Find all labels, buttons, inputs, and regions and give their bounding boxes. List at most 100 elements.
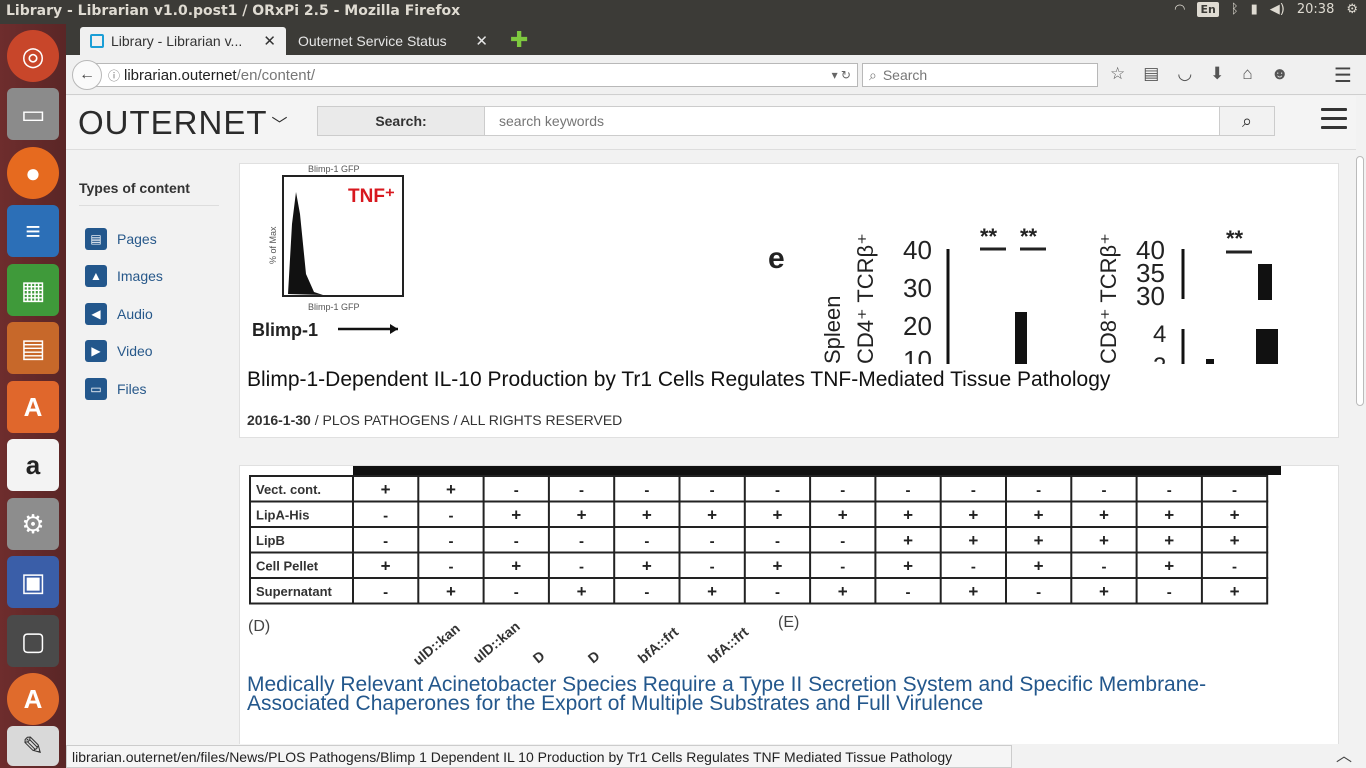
wifi-icon[interactable]: ◠ [1174, 2, 1185, 17]
info-icon[interactable]: ⓘ [108, 67, 120, 84]
gear-icon[interactable]: ⚙ [1346, 2, 1358, 17]
table-cell: - [840, 533, 845, 550]
amazon-icon[interactable]: a [7, 439, 59, 491]
keyboard-layout[interactable]: En [1197, 2, 1219, 17]
table-cell: + [1099, 506, 1109, 525]
table-cell: + [1164, 557, 1174, 576]
card-thumbnail: Vect. cont. + + - - - - - - - - - - - - LipA-His - - + + + + +… [248, 466, 1288, 666]
tab-label: Library - Librarian v... [111, 33, 243, 49]
table-cell: - [906, 482, 911, 499]
content-card[interactable]: Blimp-1 GFP TNF⁺ % of Max Blimp-1 GFP Bl… [239, 163, 1339, 438]
card-title[interactable]: Medically Relevant Acinetobacter Species… [247, 674, 1287, 714]
table-cell: + [707, 506, 717, 525]
table-cell: + [1230, 506, 1240, 525]
figure-label: Blimp-1 [252, 320, 318, 340]
chevron-up-icon[interactable]: ︿ [1336, 742, 1352, 766]
sidebar-item-label: Pages [117, 230, 157, 247]
ubuntu-icon[interactable]: ◎ [7, 30, 59, 82]
impress-icon[interactable]: ▤ [7, 322, 59, 374]
table-cell: + [838, 582, 848, 601]
url-bar[interactable]: ⓘ librarian.outernet/en/content/ ▾ ↻ [88, 63, 858, 87]
figure-label: Spleen [820, 295, 845, 364]
card-source: / PLOS PATHOGENS / ALL RIGHTS RESERVED [310, 412, 623, 428]
table-cell: + [577, 582, 587, 601]
sidebar-item-video[interactable]: ▶ Video [79, 333, 219, 371]
scrollbar-thumb[interactable] [1356, 156, 1364, 406]
sidebar-item-label: Video [117, 343, 153, 360]
chat-icon[interactable]: ☻ [1271, 64, 1289, 84]
content-types-sidebar: Types of content ▤ Pages ▲ Images ◀ Audio ▶… [79, 180, 219, 408]
tab-library[interactable]: Library - Librarian v... ✕ [80, 27, 286, 55]
table-cell: + [381, 557, 391, 576]
outernet-logo[interactable]: OUTERNET ﹀ [78, 104, 289, 142]
reading-list-icon[interactable]: ▤ [1143, 64, 1159, 84]
remote-desktop-icon[interactable]: ▣ [7, 556, 59, 608]
top-panel: Library - Librarian v1.0.post1 / ORxPi 2… [0, 0, 1366, 24]
volume-icon[interactable]: ◀) [1270, 2, 1285, 17]
table-cell: + [903, 531, 913, 550]
home-icon[interactable]: ⌂ [1242, 64, 1252, 84]
browser-search-input[interactable]: ⌕ Search [862, 63, 1098, 87]
page-scrollbar[interactable] [1354, 150, 1366, 744]
bluetooth-icon[interactable]: ᛒ [1231, 2, 1239, 17]
files-icon[interactable]: ▭ [7, 88, 59, 140]
writer-icon[interactable]: ≡ [7, 205, 59, 257]
firefox-icon[interactable]: ● [7, 147, 59, 199]
table-row [249, 475, 1269, 503]
bookmark-star-icon[interactable]: ☆ [1110, 64, 1125, 84]
table-cell: + [1230, 531, 1240, 550]
sidebar-item-pages[interactable]: ▤ Pages [79, 220, 219, 258]
svg-text:D: D [585, 648, 603, 666]
table-cell: - [448, 508, 453, 525]
table-cell: - [840, 482, 845, 499]
table-cell: - [710, 482, 715, 499]
search-input[interactable] [485, 107, 1219, 135]
url-host: librarian.outernet [124, 66, 237, 84]
figure-label: CD8⁺ TCRβ⁺ [1096, 233, 1121, 364]
table-cell: - [840, 559, 845, 576]
calc-icon[interactable]: ▦ [7, 264, 59, 316]
settings-icon[interactable]: ⚙ [7, 498, 59, 550]
clock[interactable]: 20:38 [1297, 2, 1334, 17]
table-cell: + [577, 506, 587, 525]
back-button[interactable]: ← [72, 60, 102, 90]
card-meta: 2016-1-30 / PLOS PATHOGENS / ALL RIGHTS … [247, 412, 622, 428]
close-icon[interactable]: ✕ [475, 32, 488, 50]
search-label: Search: [318, 107, 485, 135]
menu-icon[interactable]: ☰ [1334, 63, 1352, 88]
table-cell: + [903, 557, 913, 576]
librarian-favicon-icon [90, 34, 104, 48]
arrow-left-icon: ← [79, 66, 95, 83]
figure-label: ** [1226, 226, 1244, 251]
reload-icon[interactable]: ▾ ↻ [832, 68, 851, 82]
close-icon[interactable]: ✕ [263, 32, 276, 50]
browser-search-placeholder: Search [882, 67, 928, 83]
table-cell: + [446, 582, 456, 601]
content-card[interactable]: Vect. cont. + + - - - - - - - - - - - - LipA-His - - + + + + +… [239, 465, 1339, 744]
terminal-icon[interactable]: ▢ [7, 615, 59, 667]
battery-icon[interactable]: ▮ [1251, 2, 1258, 17]
sidebar-item-audio[interactable]: ◀ Audio [79, 295, 219, 333]
software-center-icon[interactable]: A [7, 381, 59, 433]
sidebar-item-files[interactable]: ▭ Files [79, 370, 219, 408]
search-button[interactable]: ⌕ [1219, 107, 1274, 135]
download-icon[interactable]: ⬇ [1210, 64, 1224, 84]
pocket-icon[interactable]: ◡ [1177, 64, 1192, 84]
updater-icon[interactable]: A [7, 673, 59, 725]
table-cell: - [448, 533, 453, 550]
table-row-label: Cell Pellet [256, 559, 319, 574]
table-cell: - [971, 559, 976, 576]
hamburger-menu-button[interactable] [1321, 108, 1347, 132]
card-title[interactable]: Blimp-1-Dependent IL-10 Production by Tr… [247, 369, 1110, 390]
new-tab-button[interactable]: ✚ [510, 29, 528, 51]
table-row-label: LipB [256, 533, 285, 548]
table-cell: - [514, 533, 519, 550]
sidebar-item-images[interactable]: ▲ Images [79, 258, 219, 296]
tab-service-status[interactable]: Outernet Service Status ✕ [288, 27, 498, 55]
table-cell: + [1034, 531, 1044, 550]
text-editor-icon[interactable]: ✎ [7, 726, 59, 766]
table-cell: - [1036, 584, 1041, 601]
figure-label: Blimp-1 GFP [308, 302, 360, 312]
images-icon: ▲ [85, 265, 107, 288]
table-row-label: LipA-His [256, 508, 309, 523]
